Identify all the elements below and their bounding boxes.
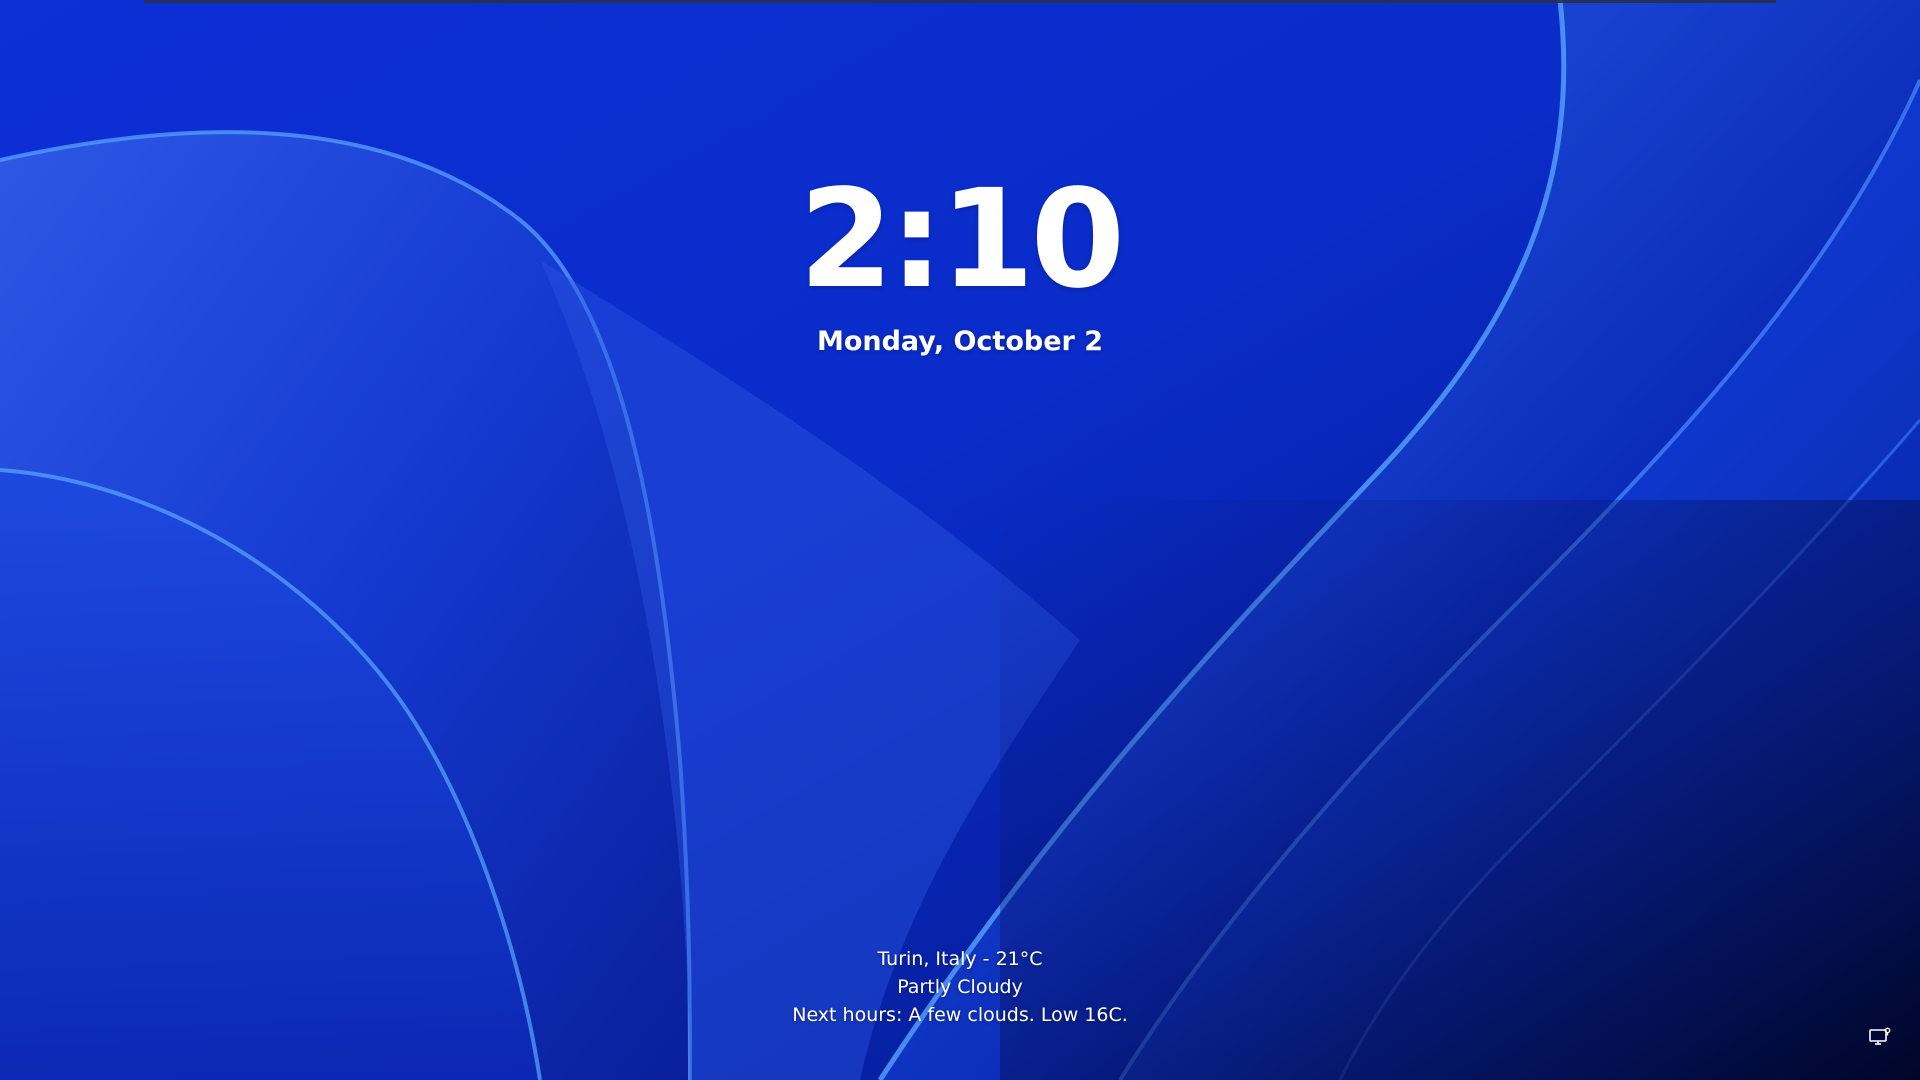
weather-forecast: Next hours: A few clouds. Low 16C. [792,1004,1128,1026]
weather-widget[interactable]: Turin, Italy - 21°C Partly Cloudy Next h… [0,945,1920,1029]
weather-condition: Partly Cloudy [897,976,1023,998]
clock-time: 2:10 [798,161,1125,319]
weather-location-temp: Turin, Italy - 21°C [877,948,1043,970]
top-edge-bar [144,0,1776,3]
clock-widget: 2:10 Monday, October 2 [0,165,1920,359]
network-icon[interactable] [1868,1026,1892,1050]
clock-date: Monday, October 2 [816,326,1104,357]
